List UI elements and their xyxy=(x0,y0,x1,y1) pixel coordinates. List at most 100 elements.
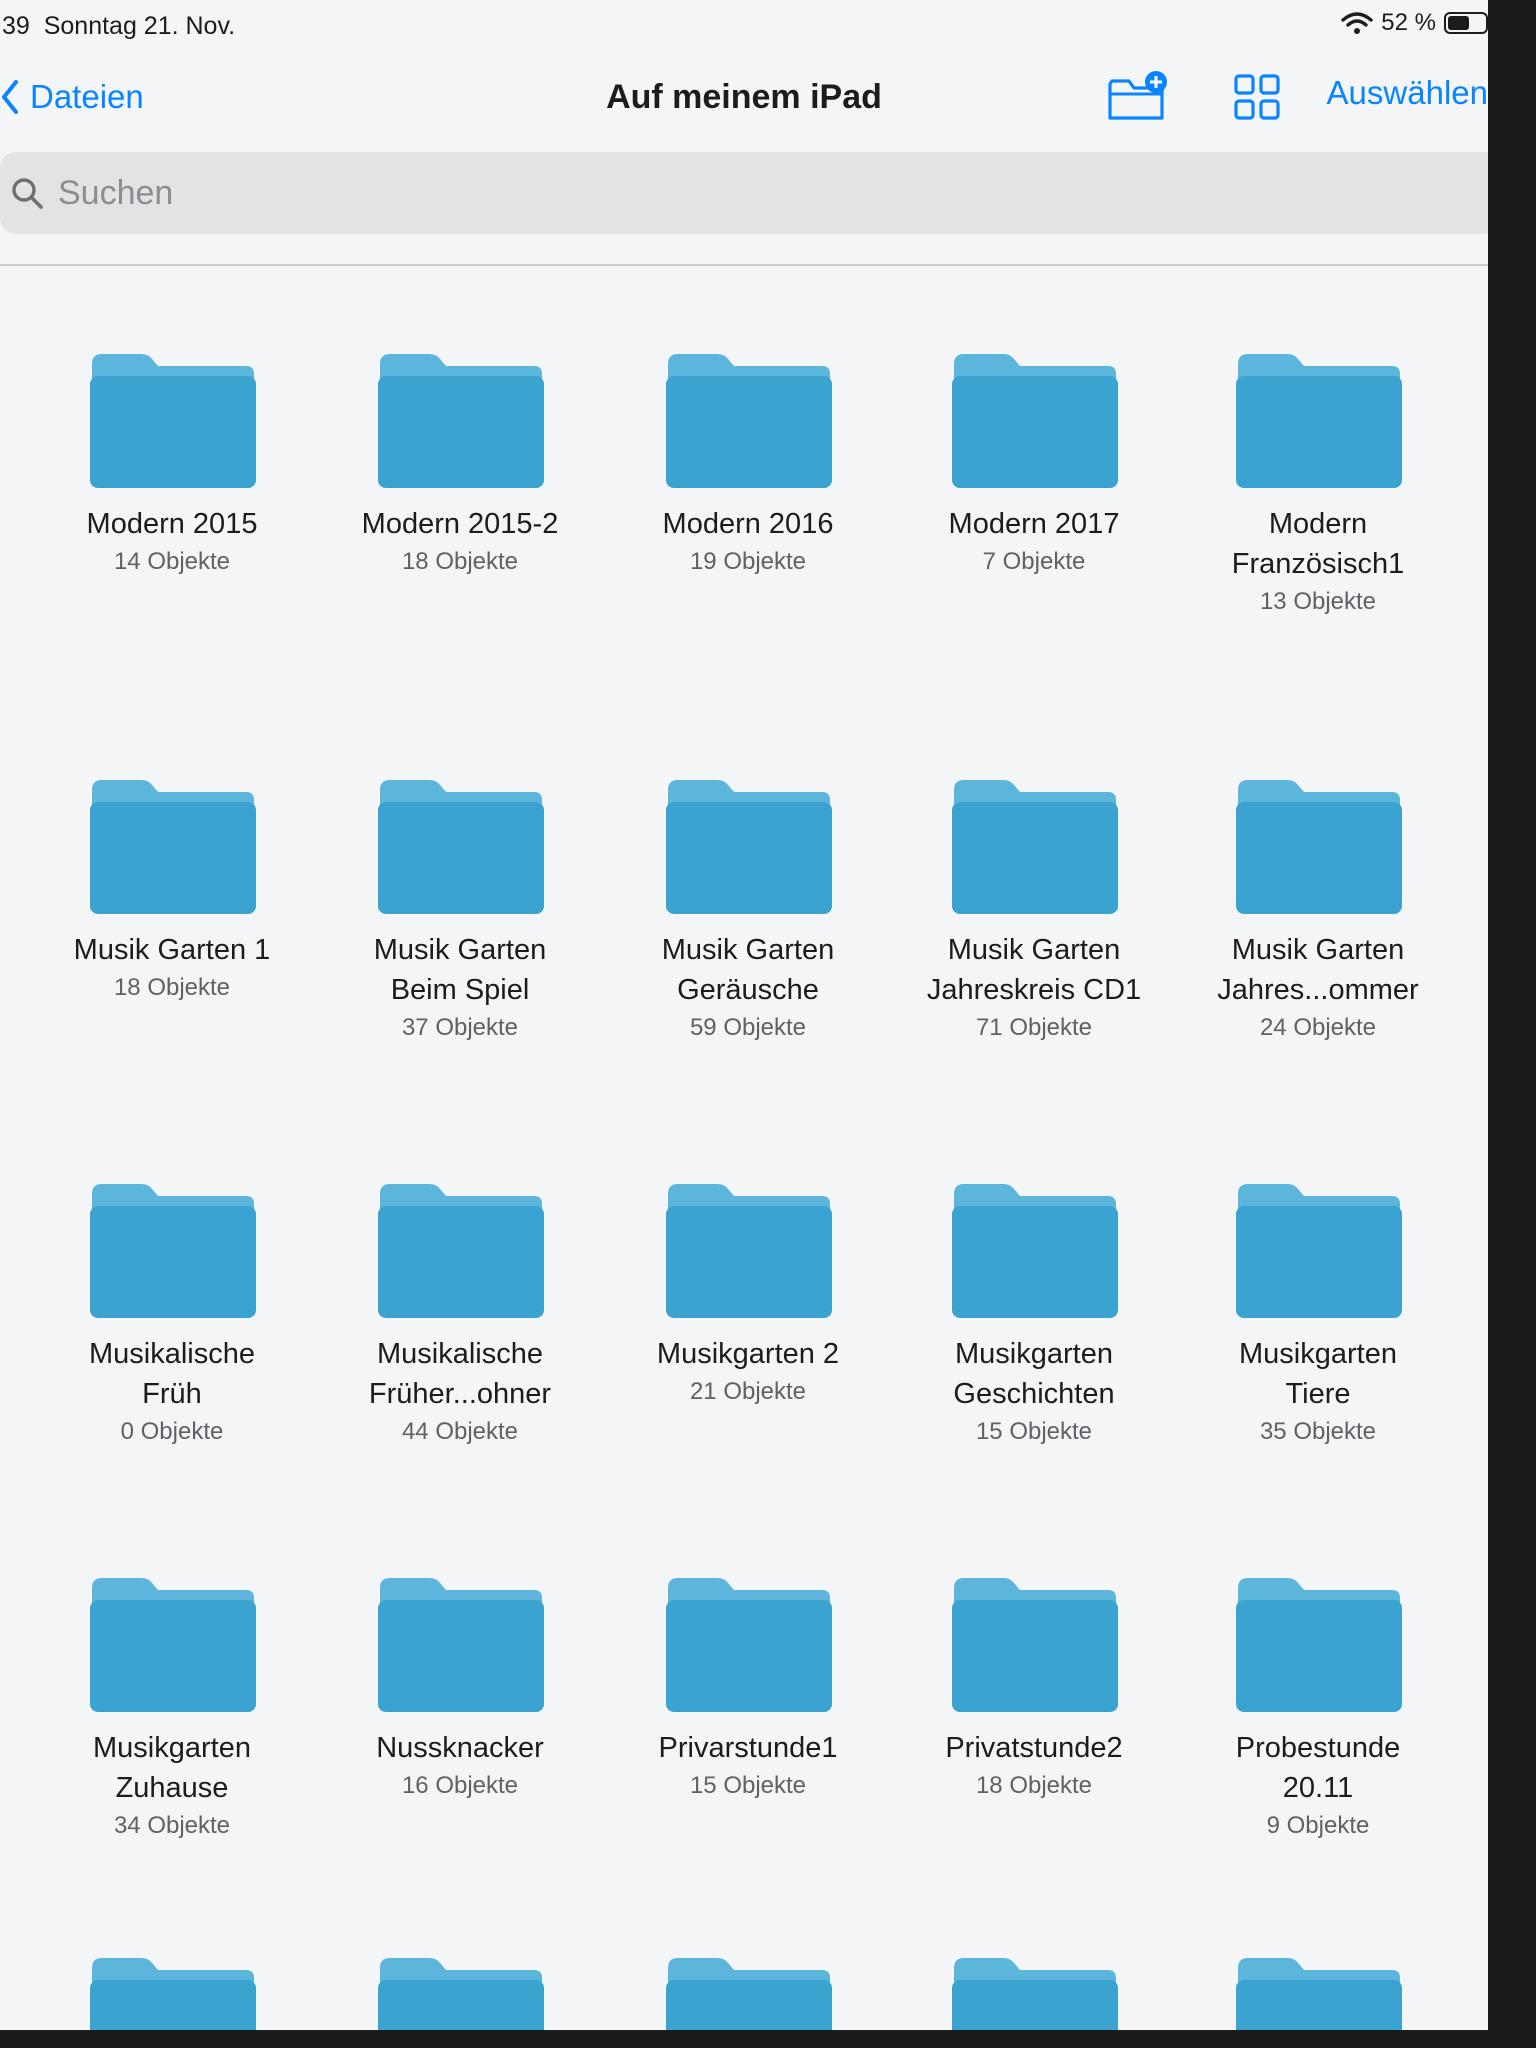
folder-name: Musikalische Früh xyxy=(89,1338,255,1410)
folder-item-count: 7 Objekte xyxy=(982,548,1086,575)
folder-body xyxy=(90,1600,256,1712)
folder-item[interactable]: Musikgarten Zuhause 34 Objekte xyxy=(47,1574,297,1844)
folder-item[interactable]: Musikgarten Tiere 35 Objekte xyxy=(1193,1180,1443,1450)
folder-name: Musikgarten Tiere xyxy=(1239,1338,1397,1410)
folder-item[interactable]: Privatstunde2 18 Objekte xyxy=(909,1574,1159,1804)
folder-body xyxy=(1236,802,1402,914)
folder-item-count: 35 Objekte xyxy=(1259,1418,1377,1445)
folder-icon xyxy=(666,1184,832,1318)
folder-body xyxy=(90,376,256,488)
folder-item-count: 14 Objekte xyxy=(113,548,231,575)
folder-item[interactable]: Probestunde 20.11 9 Objekte xyxy=(1193,1574,1443,1844)
folder-body xyxy=(952,376,1118,488)
folder-body xyxy=(378,1980,544,2030)
folder-name: Modern 2017 xyxy=(948,508,1120,540)
folder-item-count: 16 Objekte xyxy=(401,1772,519,1799)
folder-name: Nussknacker xyxy=(376,1732,544,1764)
folder-name: Modern 2016 xyxy=(662,508,834,540)
folder-icon xyxy=(90,354,256,488)
folder-icon xyxy=(1236,354,1402,488)
folder-icon xyxy=(1236,1578,1402,1712)
folder-name: Modern 2015 xyxy=(86,508,258,540)
folder-item-count: 0 Objekte xyxy=(120,1418,224,1445)
folder-item[interactable] xyxy=(335,1954,585,2030)
folder-body xyxy=(952,1206,1118,1318)
folder-body xyxy=(90,1980,256,2030)
folder-icon xyxy=(952,780,1118,914)
folder-icon xyxy=(952,1958,1118,2030)
folder-item[interactable]: Modern 2015-2 18 Objekte xyxy=(335,350,585,580)
folder-body xyxy=(378,802,544,914)
folder-item[interactable] xyxy=(1193,1954,1443,2030)
folder-item[interactable]: Musikalische Früh 0 Objekte xyxy=(47,1180,297,1450)
folder-icon xyxy=(666,780,832,914)
folder-icon xyxy=(952,354,1118,488)
folder-grid: Modern 2015 14 Objekte Modern 2015-2 18 Obj… xyxy=(0,0,1488,2030)
folder-item[interactable]: Musikgarten 2 21 Objekte xyxy=(623,1180,873,1410)
folder-icon xyxy=(666,1958,832,2030)
folder-name: Musik Garten Jahreskreis CD1 xyxy=(926,934,1142,1006)
folder-item-count: 15 Objekte xyxy=(975,1418,1093,1445)
folder-item[interactable]: Musik Garten Beim Spiel 37 Objekte xyxy=(335,776,585,1046)
folder-item-count: 59 Objekte xyxy=(689,1014,807,1041)
folder-item[interactable]: Privarstunde1 15 Objekte xyxy=(623,1574,873,1804)
folder-body xyxy=(1236,1980,1402,2030)
folder-item-count: 18 Objekte xyxy=(975,1772,1093,1799)
folder-body xyxy=(666,376,832,488)
folder-name: Modern Französisch1 xyxy=(1231,508,1405,580)
folder-icon xyxy=(1236,1958,1402,2030)
files-app-screen: 39 Sonntag 21. Nov. 52 % Dateien Auf mei… xyxy=(0,0,1488,2030)
folder-icon xyxy=(666,1578,832,1712)
folder-item[interactable]: Modern Französisch1 13 Objekte xyxy=(1193,350,1443,620)
folder-icon xyxy=(378,780,544,914)
folder-item-count: 34 Objekte xyxy=(113,1812,231,1839)
folder-body xyxy=(90,1206,256,1318)
folder-item-count: 21 Objekte xyxy=(689,1378,807,1405)
folder-item[interactable]: Musikgarten Geschichten 15 Objekte xyxy=(909,1180,1159,1450)
folder-item[interactable]: Musik Garten Jahreskreis CD1 71 Objekte xyxy=(909,776,1159,1046)
folder-item-count: 24 Objekte xyxy=(1259,1014,1377,1041)
folder-name: Modern 2015-2 xyxy=(361,508,559,540)
folder-item[interactable]: Modern 2017 7 Objekte xyxy=(909,350,1159,580)
folder-item[interactable] xyxy=(909,1954,1159,2030)
folder-body xyxy=(1236,1206,1402,1318)
folder-item[interactable] xyxy=(47,1954,297,2030)
folder-name: Privatstunde2 xyxy=(945,1732,1123,1764)
folder-name: Musikalische Früher...ohner xyxy=(368,1338,552,1410)
folder-icon xyxy=(1236,1184,1402,1318)
folder-body xyxy=(666,1206,832,1318)
folder-name: Probestunde 20.11 xyxy=(1235,1732,1401,1804)
folder-name: Musikgarten 2 xyxy=(656,1338,840,1370)
folder-body xyxy=(1236,376,1402,488)
folder-item[interactable]: Modern 2016 19 Objekte xyxy=(623,350,873,580)
folder-item[interactable]: Musik Garten 1 18 Objekte xyxy=(47,776,297,1006)
folder-icon xyxy=(378,354,544,488)
folder-item-count: 15 Objekte xyxy=(689,1772,807,1799)
folder-icon xyxy=(952,1184,1118,1318)
folder-item[interactable]: Musik Garten Jahres...ommer 24 Objekte xyxy=(1193,776,1443,1046)
folder-item[interactable]: Modern 2015 14 Objekte xyxy=(47,350,297,580)
folder-name: Musikgarten Geschichten xyxy=(953,1338,1115,1410)
folder-item-count: 13 Objekte xyxy=(1259,588,1377,615)
folder-body xyxy=(378,376,544,488)
folder-body xyxy=(90,802,256,914)
folder-item-count: 44 Objekte xyxy=(401,1418,519,1445)
folder-body xyxy=(952,1600,1118,1712)
folder-body xyxy=(666,802,832,914)
folder-body xyxy=(952,1980,1118,2030)
folder-item[interactable] xyxy=(623,1954,873,2030)
folder-icon xyxy=(1236,780,1402,914)
folder-body xyxy=(378,1206,544,1318)
folder-item-count: 37 Objekte xyxy=(401,1014,519,1041)
folder-item[interactable]: Nussknacker 16 Objekte xyxy=(335,1574,585,1804)
folder-item[interactable]: Musikalische Früher...ohner 44 Objekte xyxy=(335,1180,585,1450)
folder-name: Musik Garten Beim Spiel xyxy=(373,934,547,1006)
folder-icon xyxy=(378,1184,544,1318)
folder-item-count: 71 Objekte xyxy=(975,1014,1093,1041)
folder-icon xyxy=(90,1578,256,1712)
folder-name: Musik Garten Jahres...ommer xyxy=(1217,934,1419,1006)
folder-name: Musikgarten Zuhause xyxy=(93,1732,251,1804)
folder-icon xyxy=(378,1958,544,2030)
folder-item[interactable]: Musik Garten Geräusche 59 Objekte xyxy=(623,776,873,1046)
folder-body xyxy=(1236,1600,1402,1712)
